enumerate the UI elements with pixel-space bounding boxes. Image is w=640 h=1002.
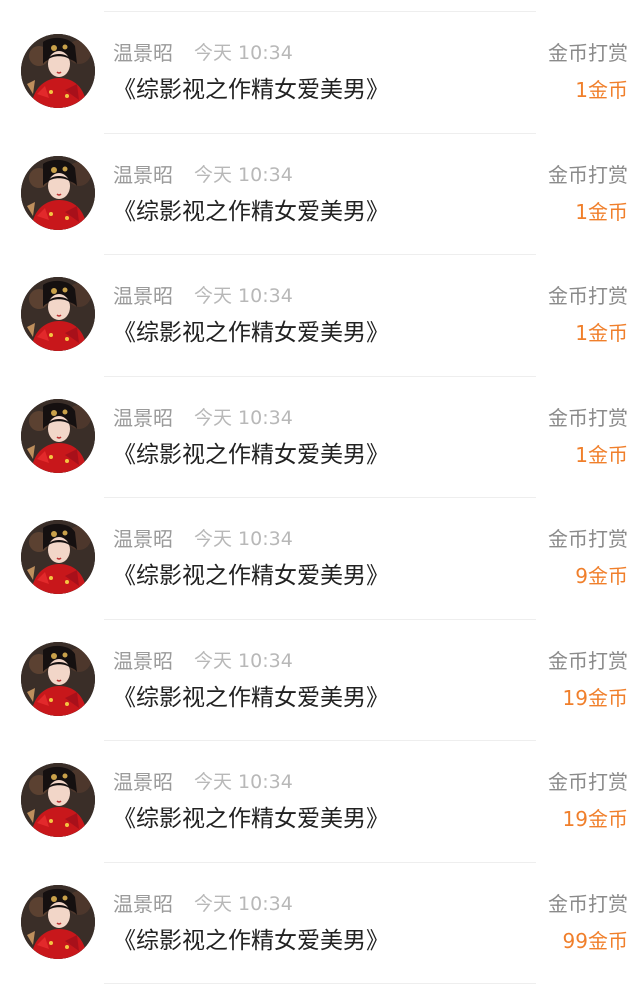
- tip-type-label: 金币打赏: [548, 162, 628, 187]
- row-divider: [104, 983, 536, 984]
- tip-record-list: 温景昭 今天 10:34 《综影视之作精女爱美男》 金币打赏 1金币 温景昭 今…: [0, 12, 640, 984]
- tip-amount: 9金币: [575, 564, 628, 588]
- user-name[interactable]: 温景昭: [113, 162, 173, 188]
- list-item[interactable]: 温景昭 今天 10:34 《综影视之作精女爱美男》 金币打赏 19金币: [0, 741, 640, 863]
- user-name[interactable]: 温景昭: [113, 40, 173, 66]
- list-item[interactable]: 温景昭 今天 10:34 《综影视之作精女爱美男》 金币打赏 9金币: [0, 498, 640, 620]
- user-name[interactable]: 温景昭: [113, 891, 173, 917]
- avatar-photo: [21, 884, 95, 959]
- tip-type-label: 金币打赏: [548, 770, 628, 794]
- avatar[interactable]: [21, 277, 95, 351]
- user-name[interactable]: 温景昭: [113, 283, 173, 309]
- tip-type-label: 金币打赏: [548, 284, 628, 308]
- tip-type-label: 金币打赏: [548, 41, 628, 65]
- avatar[interactable]: [21, 641, 95, 716]
- avatar-photo: [21, 398, 95, 473]
- avatar-photo: [21, 34, 95, 108]
- timestamp: 今天 10:34: [194, 163, 293, 186]
- avatar-photo: [21, 641, 95, 716]
- tip-amount: 1金币: [575, 199, 628, 224]
- book-title[interactable]: 《综影视之作精女爱美男》: [113, 804, 389, 834]
- user-name[interactable]: 温景昭: [113, 648, 173, 674]
- tip-amount: 1金币: [575, 442, 628, 467]
- book-title[interactable]: 《综影视之作精女爱美男》: [113, 318, 389, 348]
- avatar-photo: [21, 520, 95, 594]
- avatar[interactable]: [21, 155, 95, 230]
- book-title[interactable]: 《综影视之作精女爱美男》: [113, 926, 389, 956]
- tip-type-label: 金币打赏: [548, 891, 628, 916]
- list-item[interactable]: 温景昭 今天 10:34 《综影视之作精女爱美男》 金币打赏 1金币: [0, 12, 640, 134]
- user-name[interactable]: 温景昭: [113, 405, 173, 431]
- list-item[interactable]: 温景昭 今天 10:34 《综影视之作精女爱美男》 金币打赏 19金币: [0, 620, 640, 741]
- avatar[interactable]: [21, 763, 95, 837]
- timestamp: 今天 10:34: [194, 528, 293, 550]
- book-title[interactable]: 《综影视之作精女爱美男》: [113, 561, 389, 591]
- book-title[interactable]: 《综影视之作精女爱美男》: [113, 197, 389, 227]
- book-title[interactable]: 《综影视之作精女爱美男》: [113, 683, 389, 713]
- user-name[interactable]: 温景昭: [113, 769, 173, 795]
- timestamp: 今天 10:34: [194, 771, 293, 793]
- tip-amount: 19金币: [562, 685, 628, 710]
- tip-amount: 99金币: [562, 928, 628, 953]
- list-item[interactable]: 温景昭 今天 10:34 《综影视之作精女爱美男》 金币打赏 99金币: [0, 863, 640, 984]
- user-name[interactable]: 温景昭: [113, 526, 173, 552]
- avatar[interactable]: [21, 398, 95, 473]
- tip-type-label: 金币打赏: [548, 405, 628, 430]
- avatar-photo: [21, 763, 95, 837]
- timestamp: 今天 10:34: [194, 406, 293, 429]
- list-item[interactable]: 温景昭 今天 10:34 《综影视之作精女爱美男》 金币打赏 1金币: [0, 377, 640, 498]
- tip-amount: 1金币: [575, 321, 628, 345]
- list-item[interactable]: 温景昭 今天 10:34 《综影视之作精女爱美男》 金币打赏 1金币: [0, 255, 640, 377]
- timestamp: 今天 10:34: [194, 42, 293, 64]
- tip-type-label: 金币打赏: [548, 648, 628, 673]
- avatar-photo: [21, 277, 95, 351]
- timestamp: 今天 10:34: [194, 649, 293, 672]
- tip-type-label: 金币打赏: [548, 527, 628, 551]
- list-item[interactable]: 温景昭 今天 10:34 《综影视之作精女爱美男》 金币打赏 1金币: [0, 134, 640, 255]
- book-title[interactable]: 《综影视之作精女爱美男》: [113, 440, 389, 470]
- tip-amount: 19金币: [562, 807, 628, 831]
- avatar[interactable]: [21, 34, 95, 108]
- avatar[interactable]: [21, 884, 95, 959]
- book-title[interactable]: 《综影视之作精女爱美男》: [113, 75, 389, 105]
- timestamp: 今天 10:34: [194, 892, 293, 915]
- avatar[interactable]: [21, 520, 95, 594]
- timestamp: 今天 10:34: [194, 285, 293, 307]
- tip-amount: 1金币: [575, 78, 628, 102]
- avatar-photo: [21, 155, 95, 230]
